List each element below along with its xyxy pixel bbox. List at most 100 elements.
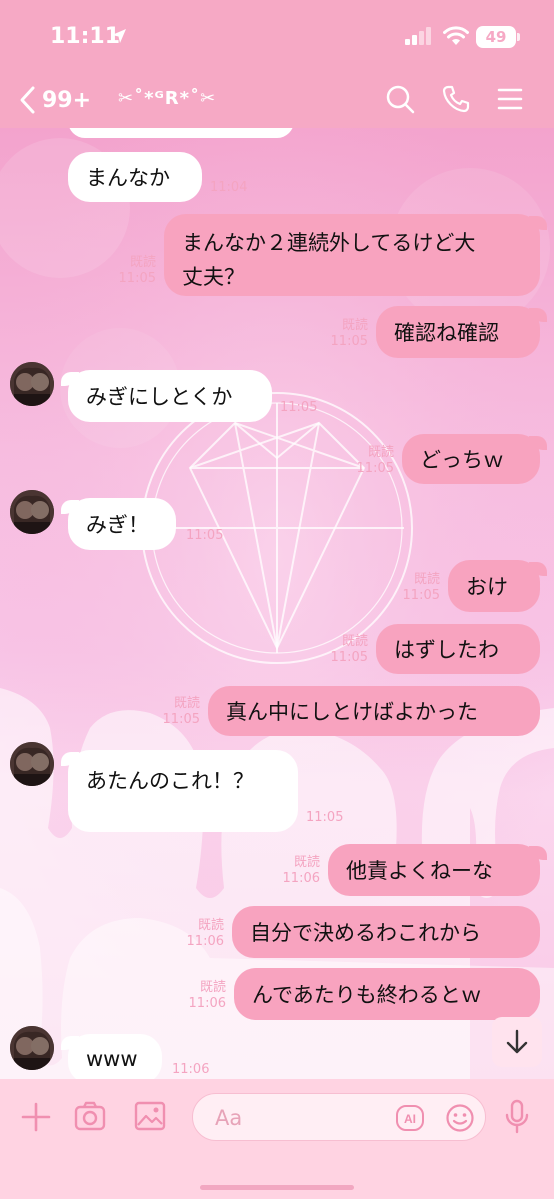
message-bubble-partial[interactable] [68, 128, 294, 138]
message-bubble-received[interactable]: まんなか [68, 152, 202, 202]
read-label: 既読 [341, 318, 368, 333]
plus-icon[interactable] [20, 1101, 52, 1133]
message-text: 自分で決めるわこれから [250, 921, 481, 945]
message-bubble-sent[interactable]: 自分で決めるわこれから [232, 906, 540, 958]
chat-title[interactable]: ✂˚*ᴳR*˚✂ [118, 88, 216, 109]
read-label: 既読 [173, 696, 200, 711]
avatar-image [10, 1026, 54, 1070]
message-bubble-sent[interactable]: どっちｗ [402, 434, 547, 484]
message-bubble-sent[interactable]: おけ [448, 560, 547, 612]
read-receipt: 既読 11:06 [178, 918, 224, 950]
message-bubble-sent[interactable]: 真ん中にしとけばよかった [208, 686, 540, 736]
read-label: 既読 [341, 634, 368, 649]
read-receipt: 既読 11:06 [274, 855, 320, 887]
avatar[interactable] [10, 362, 54, 406]
message-bubble-sent[interactable]: 他責よくねーな [328, 844, 547, 896]
scroll-to-bottom-button[interactable] [492, 1017, 542, 1067]
message-input-bar: Aa AI [0, 1079, 554, 1199]
chat-area[interactable]: まんなか 11:04 まんなか２連続外してるけど大 丈夫？ 既読 11:05 確… [0, 128, 554, 1079]
read-receipt: 既読 11:05 [322, 318, 368, 350]
message-bubble-sent[interactable]: んであたりも終わるとｗ [234, 968, 540, 1020]
message-bubble-received[interactable]: あたんのこれ！？ [61, 750, 298, 832]
message-text: 他責よくねーな [346, 859, 493, 883]
message-time: 11:05 [356, 461, 394, 476]
ai-icon[interactable]: AI [395, 1104, 425, 1132]
phone-icon[interactable] [441, 84, 471, 114]
message-time: 11:06 [188, 996, 226, 1011]
bubble-tail [61, 372, 79, 386]
read-label: 既読 [293, 855, 320, 870]
message-time: 11:05 [330, 334, 368, 349]
avatar[interactable] [10, 742, 54, 786]
message-text-line-2: 丈夫？ [182, 265, 245, 289]
message-text-line-1: まんなか２連続外してるけど大 [182, 231, 476, 255]
avatar[interactable] [10, 1026, 54, 1070]
message-time: 11:05 [330, 650, 368, 665]
message-text: はずしたわ [394, 638, 499, 662]
message-bubble-received[interactable]: みぎ！ [61, 498, 176, 550]
signal-icon [405, 27, 431, 45]
read-label: 既読 [129, 255, 156, 270]
message-text: みぎにしとくか [86, 385, 233, 409]
wifi-icon [443, 26, 469, 45]
message-text: 確認ね確認 [394, 321, 499, 345]
camera-icon[interactable] [74, 1101, 106, 1131]
message-time: 11:04 [210, 180, 248, 195]
bubble-tail [61, 752, 79, 766]
message-text: どっちｗ [420, 448, 504, 472]
read-receipt: 既読 11:05 [154, 696, 200, 728]
home-indicator [200, 1185, 354, 1190]
message-time: 11:06 [172, 1062, 210, 1077]
input-placeholder: Aa [215, 1106, 243, 1130]
message-text: おけ [466, 575, 508, 599]
image-icon[interactable] [134, 1101, 166, 1131]
read-receipt: 既読 11:05 [322, 634, 368, 666]
avatar[interactable] [10, 490, 54, 534]
read-receipt: 既読 11:05 [110, 255, 156, 287]
read-receipt: 既読 11:05 [394, 572, 440, 604]
message-text: みぎ！ [86, 513, 149, 537]
read-label: 既読 [199, 980, 226, 995]
bubble-tail [61, 1036, 79, 1050]
search-icon[interactable] [385, 84, 415, 114]
emoji-icon[interactable] [445, 1103, 475, 1133]
svg-text:AI: AI [404, 1112, 416, 1126]
bubble-tail [61, 500, 79, 514]
avatar-image [10, 742, 54, 786]
message-bubble-sent[interactable]: まんなか２連続外してるけど大 丈夫？ [164, 214, 547, 296]
message-time: 11:05 [402, 588, 440, 603]
unread-count: 99+ [42, 87, 92, 113]
message-time: 11:05 [162, 712, 200, 727]
back-chevron-icon [20, 86, 35, 114]
read-label: 既読 [197, 918, 224, 933]
message-bubble-received[interactable]: www [61, 1034, 162, 1079]
microphone-icon[interactable] [504, 1099, 530, 1135]
message-text: 真ん中にしとけばよかった [226, 700, 478, 724]
message-text: あたんのこれ！？ [86, 769, 254, 793]
message-bubble-sent[interactable]: 確認ね確認 [376, 306, 547, 358]
message-time: 11:06 [186, 934, 224, 949]
message-time: 11:05 [306, 810, 344, 825]
menu-icon[interactable] [497, 84, 523, 114]
top-bar: 11:11 49 99+ ✂˚*ᴳR*˚✂ [0, 0, 554, 128]
message-input[interactable]: Aa AI [192, 1093, 486, 1141]
message-text: んであたりも終わるとｗ [252, 983, 482, 1007]
message-bubble-sent[interactable]: はずしたわ [376, 624, 540, 674]
avatar-image [10, 490, 54, 534]
message-time: 11:05 [118, 271, 156, 286]
scroll-down-icon [506, 1029, 528, 1054]
read-label: 既読 [367, 445, 394, 460]
avatar-image [10, 362, 54, 406]
message-time: 11:06 [282, 871, 320, 886]
location-arrow-icon [112, 29, 126, 43]
read-receipt: 既読 11:05 [348, 445, 394, 477]
read-receipt: 既読 11:06 [180, 980, 226, 1012]
message-time: 11:05 [186, 528, 224, 543]
battery-indicator: 49 [476, 26, 520, 48]
message-text: まんなか [86, 166, 170, 190]
read-label: 既読 [413, 572, 440, 587]
back-button[interactable]: 99+ [18, 84, 91, 116]
message-bubble-received[interactable]: みぎにしとくか [61, 370, 272, 422]
message-text: www [86, 1047, 138, 1071]
message-time: 11:05 [280, 400, 318, 415]
